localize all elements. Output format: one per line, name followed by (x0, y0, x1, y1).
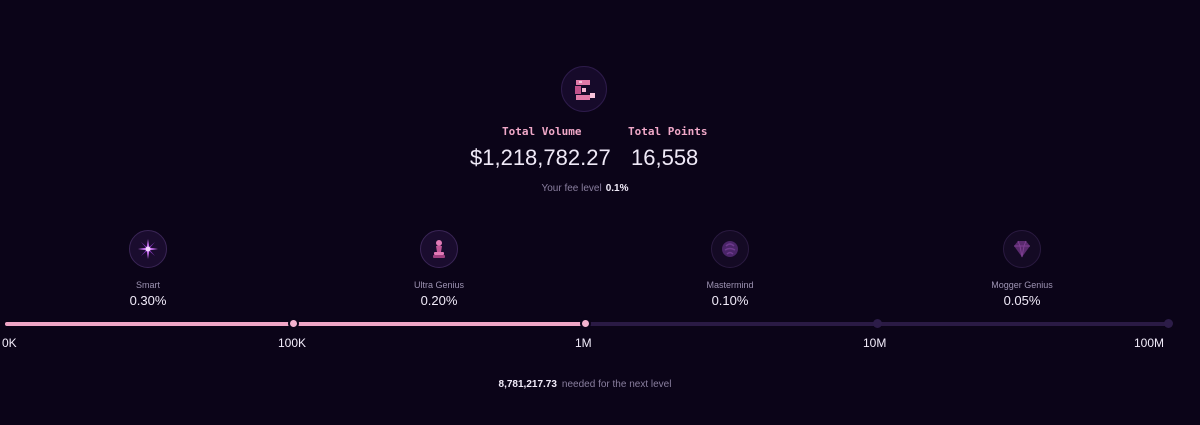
next-level-row: 8,781,217.73 needed for the next level (0, 379, 1170, 390)
next-level-label: needed for the next level (561, 379, 672, 390)
tier-mogger-genius-badge (1003, 230, 1041, 268)
diamond-icon (1014, 240, 1030, 258)
tier-smart: Smart 0.30% (88, 230, 208, 308)
tier-ultra-genius-badge (420, 230, 458, 268)
progress-node-10m (872, 319, 882, 328)
tick-label-10m: 10M (863, 336, 887, 350)
sparkle-icon (138, 239, 158, 259)
brand-logo (561, 66, 607, 112)
total-points-label: Total Points (628, 125, 708, 138)
total-volume-value: $1,218,782.27 (470, 145, 611, 170)
tier-name: Mogger Genius (991, 280, 1053, 290)
fee-level-row: Your fee level 0.1% (0, 183, 1170, 194)
tick-label-0k: 0K (2, 336, 17, 350)
chess-piece-icon (433, 240, 445, 258)
tier-ultra-genius: Ultra Genius 0.20% (379, 230, 499, 308)
brand-logo-icon (575, 80, 595, 100)
fee-level-value: 0.1% (605, 183, 629, 194)
tier-name: Mastermind (706, 280, 754, 290)
tier-fee: 0.05% (1003, 293, 1041, 308)
volume-tiers-panel: Total Volume Total Points $1,218,782.27 … (0, 0, 1200, 425)
tick-label-100m: 100M (1134, 336, 1165, 350)
tier-mogger-genius: Mogger Genius 0.05% (962, 230, 1082, 308)
tier-mastermind-badge (711, 230, 749, 268)
progress-node-100k (287, 318, 299, 329)
total-points-value: 16,558 (631, 145, 699, 170)
tier-name: Ultra Genius (413, 280, 465, 290)
tier-smart-badge (129, 230, 167, 268)
fee-level-label: Your fee level (541, 183, 602, 194)
brain-icon (722, 241, 738, 257)
progress-node-100m (1163, 319, 1173, 328)
tier-name: Smart (135, 280, 160, 290)
tier-mastermind: Mastermind 0.10% (670, 230, 790, 308)
tick-label-1m: 1M (575, 336, 592, 350)
tick-label-100k: 100K (278, 336, 307, 350)
total-volume-label: Total Volume (502, 125, 582, 138)
progress-node-1m (579, 318, 591, 329)
tier-fee: 0.10% (711, 293, 749, 308)
tier-fee: 0.20% (420, 293, 458, 308)
tier-fee: 0.30% (129, 293, 167, 308)
next-level-amount: 8,781,217.73 (498, 379, 557, 390)
